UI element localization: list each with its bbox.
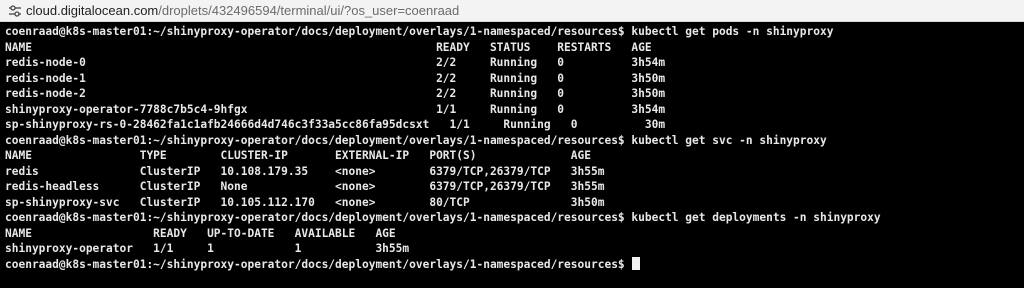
terminal-prompt-line[interactable]: coenraad@k8s-master01:~/shinyproxy-opera…	[5, 256, 1024, 273]
terminal-line: redis-node-1 2/2 Running 0 3h50m	[5, 71, 666, 85]
terminal-line: coenraad@k8s-master01:~/shinyproxy-opera…	[5, 211, 881, 224]
tune-icon[interactable]	[6, 2, 24, 20]
url-host: cloud.digitalocean.com	[26, 3, 159, 18]
terminal-line: redis-node-2 2/2 Running 0 3h50m	[5, 87, 666, 100]
terminal-line: coenraad@k8s-master01:~/shinyproxy-opera…	[5, 25, 834, 38]
terminal-line: NAME READY UP-TO-DATE AVAILABLE AGE	[5, 226, 396, 240]
terminal-line: redis ClusterIP 10.108.179.35 <none> 637…	[5, 164, 605, 178]
terminal-line: redis-node-0 2/2 Running 0 3h54m	[5, 56, 666, 69]
browser-address-bar[interactable]: cloud.digitalocean.com/droplets/43249659…	[0, 0, 1024, 22]
terminal-line: redis-headless ClusterIP None <none> 637…	[5, 180, 605, 193]
terminal-line: NAME READY STATUS RESTARTS AGE	[5, 40, 652, 54]
terminal-line: NAME TYPE CLUSTER-IP EXTERNAL-IP PORT(S)…	[5, 149, 591, 162]
terminal[interactable]: coenraad@k8s-master01:~/shinyproxy-opera…	[0, 22, 1024, 288]
terminal-prompt: coenraad@k8s-master01:~/shinyproxy-opera…	[5, 257, 632, 271]
terminal-line: shinyproxy-operator-7788c7b5c4-9hfgx 1/1…	[5, 102, 666, 116]
url-text[interactable]: cloud.digitalocean.com/droplets/43249659…	[26, 3, 459, 18]
terminal-line: coenraad@k8s-master01:~/shinyproxy-opera…	[5, 133, 827, 147]
terminal-line: shinyproxy-operator 1/1 1 1 3h55m	[5, 242, 410, 255]
terminal-line: sp-shinyproxy-rs-0-28462fa1c1afb24666d4d…	[5, 118, 666, 131]
terminal-line: sp-shinyproxy-svc ClusterIP 10.105.112.1…	[5, 195, 605, 209]
url-path: /droplets/432496594/terminal/ui/?os_user…	[158, 3, 460, 18]
terminal-cursor	[632, 256, 641, 270]
